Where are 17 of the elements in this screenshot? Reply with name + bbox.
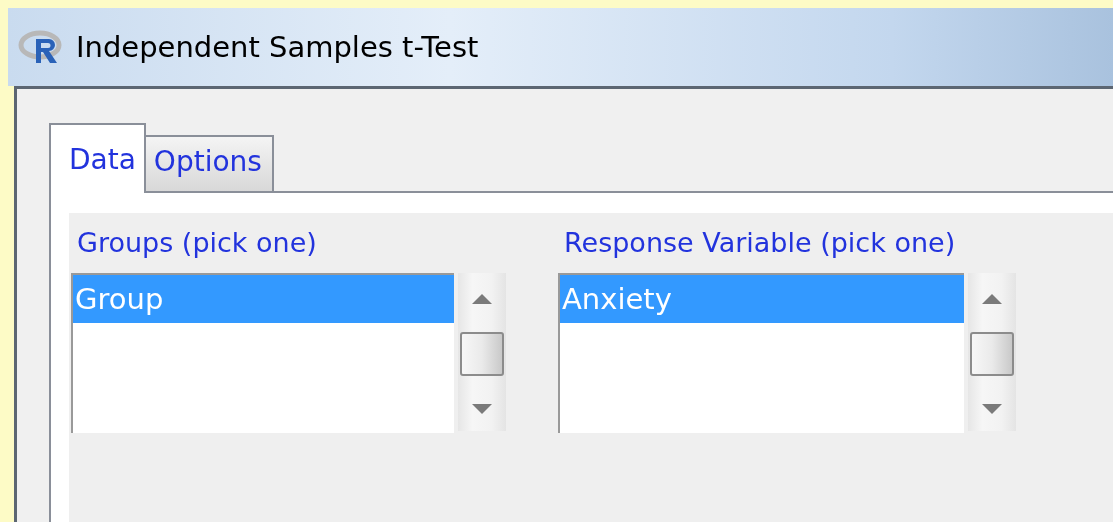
scroll-down-arrow-icon[interactable] bbox=[471, 403, 493, 415]
list-item[interactable]: Group bbox=[73, 275, 454, 323]
scroll-thumb[interactable] bbox=[970, 332, 1014, 376]
list-label: Groups (pick one) bbox=[76, 227, 318, 260]
scrollbar[interactable] bbox=[968, 273, 1016, 431]
list-label: Response Variable (pick one) bbox=[563, 227, 957, 260]
scroll-thumb[interactable] bbox=[460, 332, 504, 376]
list-box[interactable]: Group bbox=[71, 273, 454, 433]
scrollbar[interactable] bbox=[458, 273, 506, 431]
scroll-up-arrow-icon[interactable] bbox=[471, 293, 493, 305]
scroll-down-arrow-icon[interactable] bbox=[981, 403, 1003, 415]
tab[interactable]: Options bbox=[145, 135, 274, 191]
window-title: Independent Samples t-Test bbox=[76, 30, 479, 64]
tab[interactable]: Data bbox=[49, 123, 146, 193]
scroll-up-arrow-icon[interactable] bbox=[981, 293, 1003, 305]
list-item[interactable]: Anxiety bbox=[560, 275, 964, 323]
list-box[interactable]: Anxiety bbox=[558, 273, 964, 433]
